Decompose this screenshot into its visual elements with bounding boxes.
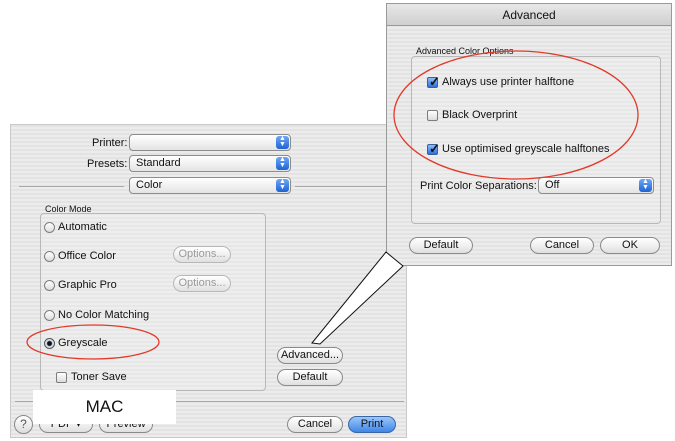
popup-arrows-icon: ▲ ▼ xyxy=(639,178,652,192)
radio-graphic-pro[interactable] xyxy=(44,280,55,291)
checkbox-label: Use optimised greyscale halftones xyxy=(442,143,610,155)
toner-save-checkbox[interactable] xyxy=(56,372,67,383)
graphic-pro-options-button[interactable]: Options... xyxy=(173,275,231,292)
popup-arrows-icon: ▲ ▼ xyxy=(276,156,289,170)
print-button[interactable]: Print xyxy=(348,416,396,433)
popup-arrows-icon: ▲ ▼ xyxy=(276,135,289,149)
advanced-ok-button[interactable]: OK xyxy=(600,237,660,254)
advanced-group-title: Advanced Color Options xyxy=(416,46,514,56)
advanced-dialog-title: Advanced xyxy=(387,4,671,26)
panel-popup[interactable]: Color ▲ ▼ xyxy=(129,177,291,194)
divider xyxy=(295,186,400,187)
advanced-button[interactable]: Advanced... xyxy=(277,347,343,364)
always-use-printer-halftone-checkbox[interactable] xyxy=(427,74,440,90)
advanced-default-button[interactable]: Default xyxy=(409,237,473,254)
popup-arrows-icon: ▲ ▼ xyxy=(276,178,289,192)
presets-popup[interactable]: Standard ▲ ▼ xyxy=(129,155,291,172)
option-label: Graphic Pro xyxy=(58,279,117,291)
printer-popup[interactable]: ▲ ▼ xyxy=(129,134,291,151)
mac-caption: MAC xyxy=(33,390,176,424)
color-mode-group xyxy=(40,213,266,391)
separations-value: Off xyxy=(545,179,560,191)
advanced-cancel-button[interactable]: Cancel xyxy=(530,237,594,254)
presets-value: Standard xyxy=(136,157,181,169)
separations-label: Print Color Separations: xyxy=(420,180,537,192)
radio-office-color[interactable] xyxy=(44,251,55,262)
radio-automatic[interactable] xyxy=(44,222,55,233)
cancel-button[interactable]: Cancel xyxy=(287,416,343,433)
checkbox-label: Always use printer halftone xyxy=(442,76,575,88)
option-label: Greyscale xyxy=(58,337,108,349)
option-label: No Color Matching xyxy=(58,309,150,321)
checkbox-label: Black Overprint xyxy=(442,109,518,121)
printer-label: Printer: xyxy=(92,137,128,149)
advanced-dialog: Advanced Advanced Color Options Always u… xyxy=(386,3,672,266)
radio-greyscale[interactable] xyxy=(44,338,55,349)
option-label: Office Color xyxy=(58,250,116,262)
divider xyxy=(19,186,124,187)
separations-popup[interactable]: Off ▲ ▼ xyxy=(538,177,654,194)
radio-no-color-matching[interactable] xyxy=(44,310,55,321)
option-label: Automatic xyxy=(58,221,107,233)
default-button[interactable]: Default xyxy=(277,369,343,386)
presets-label: Presets: xyxy=(87,158,128,170)
office-color-options-button[interactable]: Options... xyxy=(173,246,231,263)
toner-save-label: Toner Save xyxy=(71,371,127,383)
panel-value: Color xyxy=(136,179,163,191)
black-overprint-checkbox[interactable] xyxy=(427,110,438,121)
optimised-greyscale-checkbox[interactable] xyxy=(427,141,440,157)
help-icon[interactable]: ? xyxy=(14,415,33,434)
